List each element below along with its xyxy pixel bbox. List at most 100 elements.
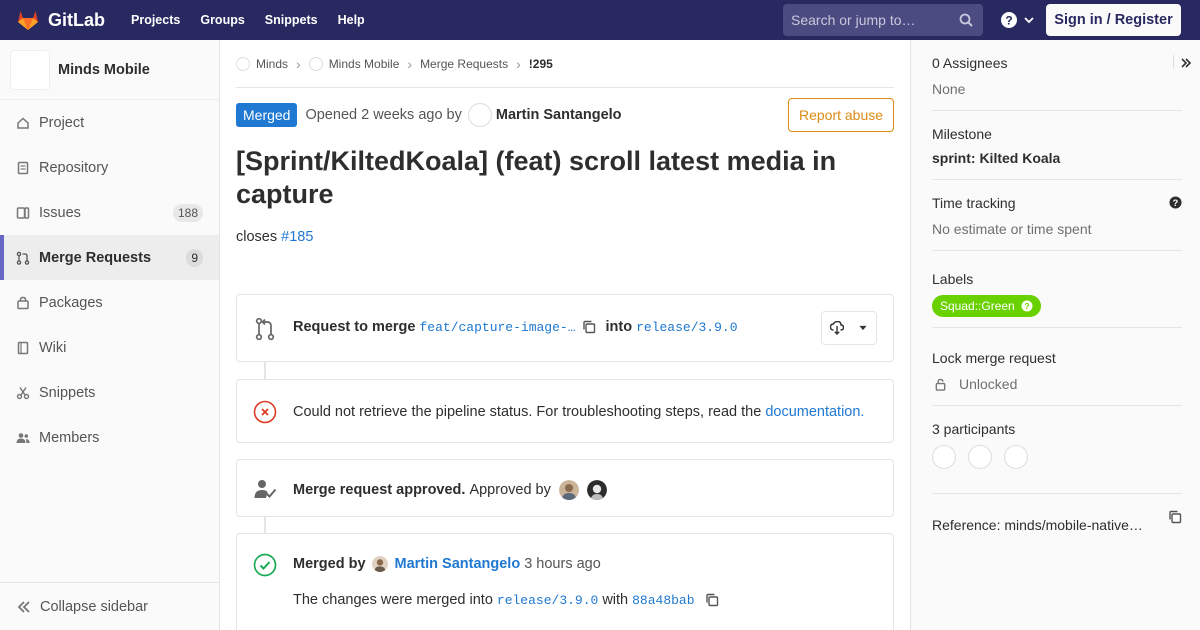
approver-avatar[interactable] [558,480,579,500]
lock-title: Lock merge request [932,350,1056,366]
question-icon: ? [1021,300,1033,312]
lock-value-row: Unlocked [932,376,1182,392]
gitlab-home-link[interactable]: GitLab [16,0,105,40]
home-icon [16,116,30,130]
sidebar-item-project[interactable]: Project [0,100,219,145]
search-icon[interactable] [959,13,973,27]
git-merge-icon [253,317,277,341]
merged-by-text: Merged by Martin Santangelo 3 hours ago [293,556,601,572]
copy-icon[interactable] [705,593,719,607]
breadcrumb-minds-mobile[interactable]: Minds Mobile [308,56,399,71]
issuable-sidebar: 0 Assignees None Milestone sprint: Kilte… [910,40,1200,630]
question-icon: ? [1001,12,1017,28]
merge-request-widget: Request to merge feat/capture-image-… in… [236,294,894,362]
project-avatar [308,56,323,71]
search-box [783,4,983,36]
nav-projects[interactable]: Projects [131,13,180,27]
assignees-value: None [932,81,966,97]
top-navbar: GitLab Projects Groups Snippets Help ? S… [0,0,1200,40]
copy-icon[interactable] [1168,510,1182,524]
source-branch-link[interactable]: feat/capture-image-… [419,320,575,335]
gitlab-logo-icon [18,11,38,30]
sidebar-item-issues[interactable]: Issues 188 [0,190,219,235]
milestone-value[interactable]: sprint: Kilted Koala [932,150,1182,166]
time-tracking-block: Time tracking No estimate or time spent … [932,195,1182,251]
breadcrumb-mr-id[interactable]: !295 [529,57,553,71]
issue-link[interactable]: #185 [281,229,313,245]
help-dropdown[interactable]: ? [1000,11,1035,29]
merger-avatar[interactable] [371,556,388,572]
doc-icon [16,161,30,175]
expand-sidebar-icon[interactable] [1180,57,1192,69]
status-badge: Merged [236,103,298,127]
merger-link[interactable]: Martin Santangelo [395,556,521,572]
download-dropdown-button[interactable] [821,311,877,345]
sidebar-item-repository[interactable]: Repository [0,145,219,190]
group-avatar [236,56,250,71]
scissors-icon [16,386,30,400]
label-pill[interactable]: Squad::Green ? [932,295,1041,317]
approver-avatar[interactable] [586,480,607,500]
breadcrumb-merge-requests[interactable]: Merge Requests [420,57,508,71]
sidebar-item-label: Merge Requests [39,249,152,266]
caret-down-icon [859,325,867,331]
sidebar-item-label: Members [39,429,100,446]
author-avatar[interactable] [467,103,492,127]
nav-links: Projects Groups Snippets Help [131,13,385,27]
page-title: [Sprint/KiltedKoala] (feat) scroll lates… [236,146,837,209]
reference-block: Reference: minds/mobile-native… [932,510,1182,540]
participant-avatar[interactable] [932,445,956,469]
error-icon [253,400,277,424]
lock-block: Lock merge request Unlocked [932,350,1182,406]
target-branch-link[interactable]: release/3.9.0 [636,320,737,335]
project-name: Minds Mobile [58,61,150,78]
download-icon [830,321,844,335]
documentation-link[interactable]: documentation. [765,404,864,420]
mr-header: Merged Opened 2 weeks ago by Martin Sant… [236,88,894,142]
search-input[interactable] [791,12,951,28]
participant-avatar[interactable] [1004,445,1028,469]
sidebar-item-label: Issues [39,204,81,221]
widget-connector [264,517,266,533]
success-check-icon [253,553,277,577]
sidebar-item-label: Packages [39,294,103,311]
into-label: into [605,319,633,335]
lock-open-icon [935,378,946,391]
sidebar-item-label: Repository [39,159,109,176]
changes-merged-label: The changes were merged into [293,592,493,608]
merged-branch-link[interactable]: release/3.9.0 [497,593,598,608]
project-avatar [10,49,50,90]
project-header[interactable]: Minds Mobile [0,40,219,100]
commit-link[interactable]: 88a48bab [632,593,694,608]
participant-avatar[interactable] [968,445,992,469]
approved-by-label: Approved by [469,482,551,498]
sign-in-button[interactable]: Sign in / Register [1046,4,1181,36]
sidebar-item-packages[interactable]: Packages [0,280,219,325]
collapse-sidebar-button[interactable]: Collapse sidebar [0,582,219,630]
nav-groups[interactable]: Groups [200,13,244,27]
breadcrumb: Minds › Minds Mobile › Merge Requests › … [236,40,894,88]
milestone-block: Milestone sprint: Kilted Koala [932,126,1182,180]
sidebar-item-label: Snippets [39,384,96,401]
nav-snippets[interactable]: Snippets [265,13,318,27]
reference-text: Reference: minds/mobile-native… [932,517,1143,533]
sidebar-item-snippets[interactable]: Snippets [0,370,219,415]
approved-label: Merge request approved. [293,482,466,498]
merged-widget: Merged by Martin Santangelo 3 hours ago … [236,533,894,630]
project-sidebar: Minds Mobile Project Repository Issues 1… [0,40,220,630]
merged-by-label: Merged by [293,556,366,572]
breadcrumb-minds[interactable]: Minds [236,56,288,71]
labels-title: Labels [932,271,974,287]
author-link[interactable]: Martin Santangelo [496,107,622,123]
sidebar-item-merge-requests[interactable]: Merge Requests 9 [0,235,219,280]
request-label: Request to merge [293,319,416,335]
breadcrumb-separator: › [296,55,301,72]
sidebar-item-wiki[interactable]: Wiki [0,325,219,370]
sidebar-item-members[interactable]: Members [0,415,219,460]
collapse-sidebar-label: Collapse sidebar [40,598,149,615]
approval-user-icon [253,477,277,501]
report-abuse-button[interactable]: Report abuse [788,98,894,132]
question-icon[interactable]: ? [1169,196,1182,209]
copy-icon[interactable] [582,320,596,334]
nav-help[interactable]: Help [338,13,365,27]
